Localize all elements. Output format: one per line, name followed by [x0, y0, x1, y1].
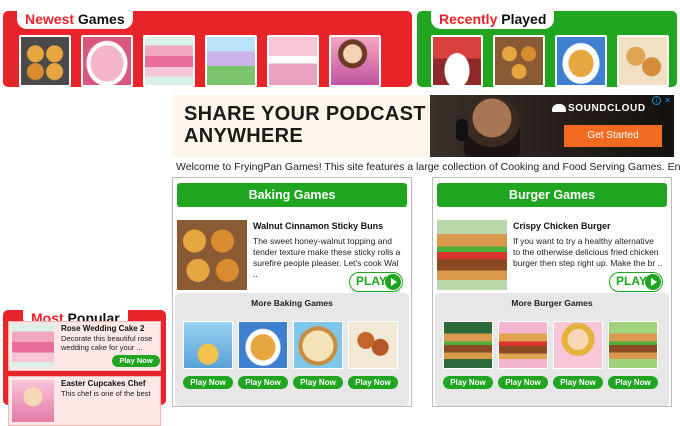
ad-get-started-button[interactable]: Get Started — [564, 125, 662, 147]
recently-played-panel: Recently Played — [417, 10, 677, 87]
burger-more-play-4[interactable]: Play Now — [608, 376, 658, 389]
burger-featured-image[interactable] — [437, 220, 507, 290]
newest-game-thumb-2[interactable] — [81, 35, 133, 87]
popular-item-2: Easter Cupcakes Chef This chef is one of… — [8, 376, 161, 426]
play-arrow-icon — [645, 274, 661, 290]
more-baking-title: More Baking Games — [251, 298, 333, 308]
most-popular-panel: Most Popular Rose Wedding Cake 2 Decorat… — [3, 309, 166, 426]
newest-title-rest: Games — [74, 11, 125, 27]
ad-close-icon[interactable]: ✕ — [663, 96, 672, 105]
recent-game-thumb-1[interactable] — [431, 35, 483, 87]
baking-featured-image[interactable] — [177, 220, 247, 290]
recent-game-thumb-2[interactable] — [493, 35, 545, 87]
baking-more-thumb-2[interactable] — [238, 321, 288, 369]
popular-item-1: Rose Wedding Cake 2 Decorate this beauti… — [8, 321, 161, 371]
baking-more-thumb-3[interactable] — [293, 321, 343, 369]
baking-more-play-3[interactable]: Play Now — [293, 376, 343, 389]
baking-games-box: Baking Games Walnut Cinnamon Sticky Buns… — [172, 177, 412, 407]
burger-featured-title[interactable]: Crispy Chicken Burger — [513, 221, 611, 231]
more-burger-title: More Burger Games — [511, 298, 593, 308]
newest-title-highlight: Newest — [25, 11, 75, 27]
burger-more-thumb-1[interactable] — [443, 321, 493, 369]
burger-games-box: Burger Games Crispy Chicken Burger If yo… — [432, 177, 672, 407]
baking-more-thumb-1[interactable] — [183, 321, 233, 369]
burger-games-header[interactable]: Burger Games — [437, 183, 667, 207]
burger-more-thumb-2[interactable] — [498, 321, 548, 369]
newest-games-title: Newest Games — [17, 10, 133, 29]
more-baking-games: More Baking Games Play Now Play Now Play… — [175, 293, 409, 406]
baking-more-thumb-4[interactable] — [348, 321, 398, 369]
baking-featured-title[interactable]: Walnut Cinnamon Sticky Buns — [253, 221, 383, 231]
newest-game-thumb-4[interactable] — [205, 35, 257, 87]
ad-brand: SOUNDCLOUD — [568, 103, 646, 114]
popular-item-1-desc: Decorate this beautiful rose wedding cak… — [61, 334, 153, 352]
burger-play-button[interactable]: PLAY — [609, 272, 663, 292]
popular-item-1-image[interactable] — [12, 325, 54, 367]
microphone-icon — [456, 119, 468, 141]
play-arrow-icon — [385, 274, 401, 290]
burger-more-play-3[interactable]: Play Now — [553, 376, 603, 389]
popular-item-1-name[interactable]: Rose Wedding Cake 2 — [61, 324, 144, 333]
newest-game-thumb-1[interactable] — [19, 35, 71, 87]
burger-more-thumb-4[interactable] — [608, 321, 658, 369]
newest-games-panel: Newest Games — [3, 10, 412, 87]
soundcloud-logo-icon — [552, 104, 566, 112]
popular-item-2-image[interactable] — [12, 380, 54, 422]
recent-title-rest: Played — [497, 11, 547, 27]
recently-played-title: Recently Played — [431, 10, 555, 29]
burger-more-thumb-3[interactable] — [553, 321, 603, 369]
baking-more-play-2[interactable]: Play Now — [238, 376, 288, 389]
popular-item-2-name[interactable]: Easter Cupcakes Chef — [61, 379, 145, 388]
recent-game-thumb-3[interactable] — [555, 35, 607, 87]
baking-play-label: PLAY — [356, 274, 387, 288]
ad-podcaster-image — [464, 97, 520, 157]
newest-game-thumb-6[interactable] — [329, 35, 381, 87]
podcast-ad-banner[interactable]: SHARE YOUR PODCAST ANYWHERE SOUNDCLOUD G… — [172, 95, 674, 157]
baking-more-play-1[interactable]: Play Now — [183, 376, 233, 389]
burger-play-label: PLAY — [616, 274, 647, 288]
ad-headline-line2: ANYWHERE — [184, 125, 304, 147]
newest-game-thumb-3[interactable] — [143, 35, 195, 87]
popular-item-2-desc: This chef is one of the best — [61, 389, 151, 398]
baking-more-play-4[interactable]: Play Now — [348, 376, 398, 389]
more-burger-games: More Burger Games Play Now Play Now Play… — [435, 293, 669, 406]
welcome-text: Welcome to FryingPan Games! This site fe… — [176, 161, 680, 173]
ad-info-icon[interactable]: i — [652, 96, 661, 105]
burger-more-play-1[interactable]: Play Now — [443, 376, 493, 389]
burger-more-play-2[interactable]: Play Now — [498, 376, 548, 389]
recent-game-thumb-4[interactable] — [617, 35, 669, 87]
ad-headline: SHARE YOUR PODCAST ANYWHERE — [184, 103, 426, 147]
newest-game-thumb-5[interactable] — [267, 35, 319, 87]
popular-item-1-play-button[interactable]: Play Now — [112, 355, 160, 367]
recent-title-highlight: Recently — [439, 11, 498, 27]
ad-headline-line1: SHARE YOUR PODCAST — [184, 103, 426, 125]
burger-featured-desc: If you want to try a healthy alternative… — [513, 236, 663, 268]
baking-games-header[interactable]: Baking Games — [177, 183, 407, 207]
baking-play-button[interactable]: PLAY — [349, 272, 403, 292]
